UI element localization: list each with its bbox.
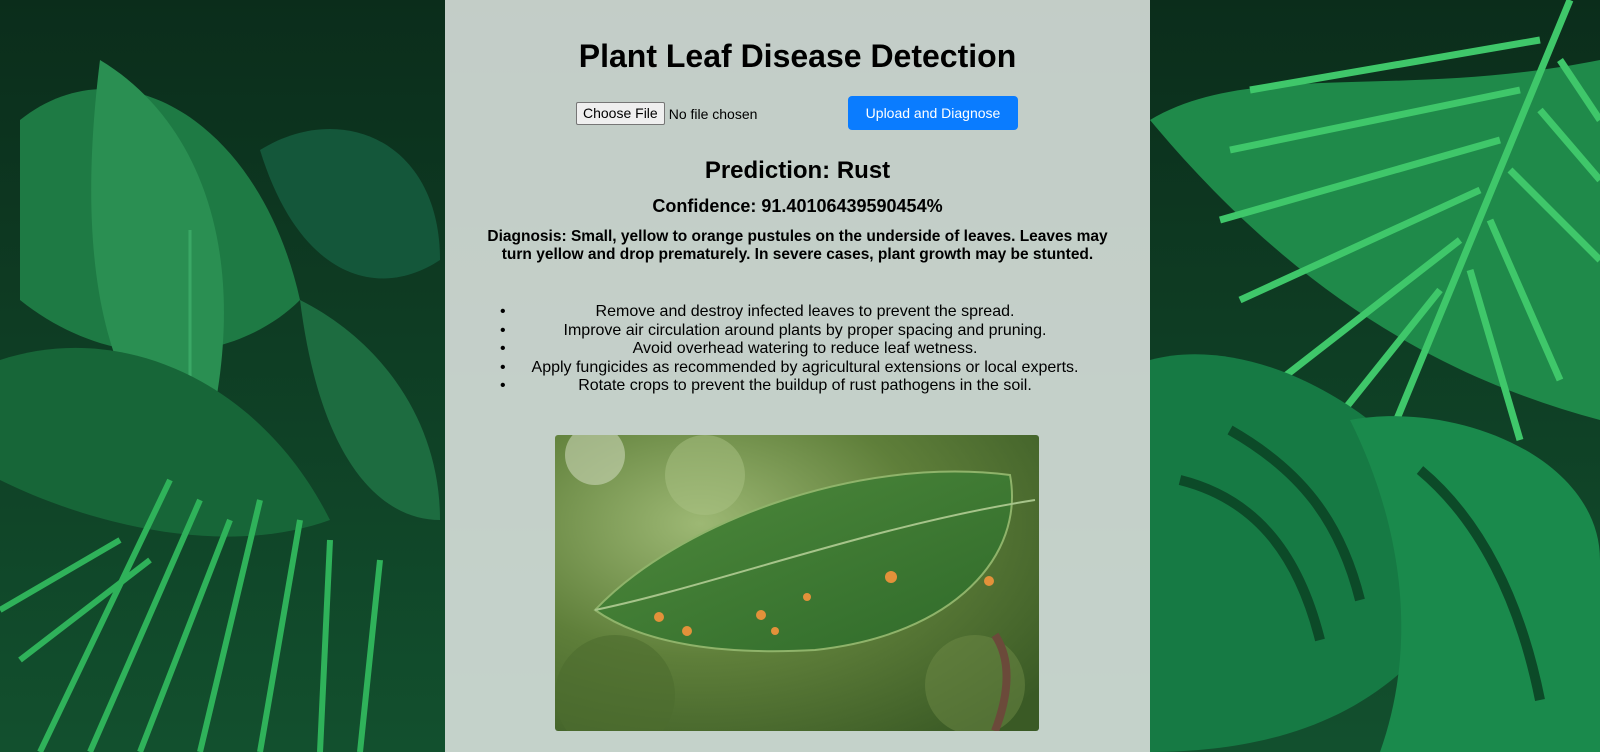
- diagnosis-text: Diagnosis: Small, yellow to orange pustu…: [487, 228, 1108, 263]
- bullet-icon: •: [500, 340, 506, 357]
- bullet-icon: •: [500, 377, 506, 394]
- choose-file-button[interactable]: Choose File: [576, 102, 665, 125]
- page-title: Plant Leaf Disease Detection: [578, 38, 1017, 74]
- bullet-icon: •: [500, 321, 506, 339]
- main-panel: Plant Leaf Disease Detection Choose File…: [445, 0, 1150, 752]
- bullet-icon: •: [500, 358, 506, 376]
- list-item: • Improve air circulation around plants b…: [500, 322, 1110, 341]
- remedy-text: Avoid overhead watering to reduce leaf w…: [632, 340, 978, 357]
- remedy-text: Improve air circulation around plants by…: [563, 321, 1047, 339]
- file-input[interactable]: Choose File No file chosen: [576, 102, 757, 125]
- prediction-heading: Prediction: Rust: [704, 157, 891, 184]
- upload-and-diagnose-button[interactable]: Upload and Diagnose: [848, 96, 1018, 130]
- confidence-heading: Confidence: 91.40106439590454%: [652, 196, 943, 216]
- list-item: • Remove and destroy infected leaves to p…: [500, 303, 1110, 322]
- remedies-list: • Remove and destroy infected leaves to p…: [500, 303, 1110, 396]
- uploaded-leaf-image: [555, 435, 1039, 731]
- list-item: • Avoid overhead watering to reduce leaf …: [500, 340, 1110, 359]
- remedy-text: Rotate crops to prevent the buildup of r…: [578, 377, 1032, 394]
- remedy-text: Apply fungicides as recommended by agric…: [531, 358, 1079, 376]
- file-status-text: No file chosen: [668, 105, 758, 122]
- upload-form: Choose File No file chosen Upload and Di…: [445, 96, 1150, 130]
- list-item: • Rotate crops to prevent the buildup of …: [500, 377, 1110, 396]
- remedy-text: Remove and destroy infected leaves to pr…: [595, 303, 1015, 320]
- bullet-icon: •: [500, 303, 506, 320]
- list-item: • Apply fungicides as recommended by agri…: [500, 359, 1110, 378]
